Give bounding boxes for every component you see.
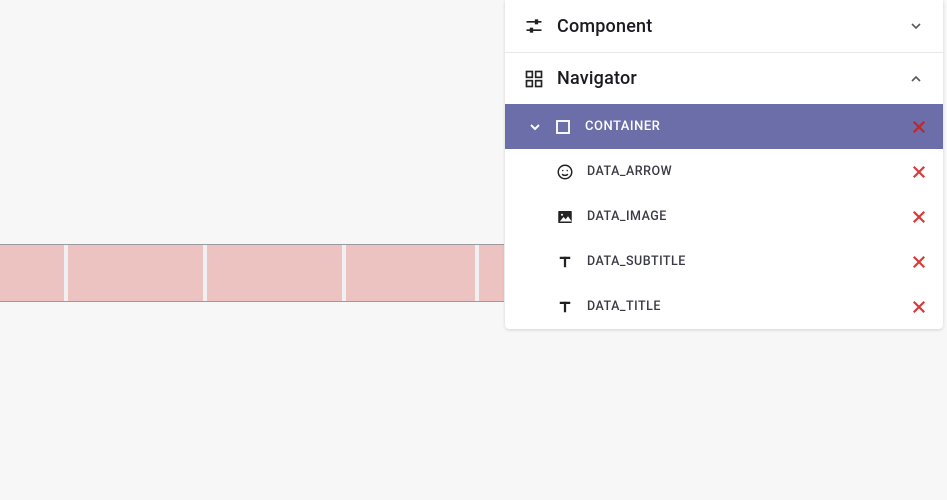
text-icon — [555, 297, 575, 317]
chevron-down-icon — [907, 17, 925, 35]
delete-icon[interactable] — [909, 252, 929, 272]
section-component[interactable]: Component — [505, 0, 943, 52]
chevron-down-icon[interactable] — [525, 117, 545, 137]
tree-node-data-subtitle[interactable]: DATA_SUBTITLE — [505, 239, 943, 284]
image-icon — [555, 207, 575, 227]
canvas-cell[interactable] — [479, 245, 504, 301]
delete-icon[interactable] — [909, 117, 929, 137]
text-icon — [555, 252, 575, 272]
canvas-cell[interactable] — [68, 245, 207, 301]
section-component-label: Component — [557, 16, 652, 37]
navigator-tree: CONTAINER DATA_ARROW — [505, 104, 943, 329]
canvas-cell[interactable] — [0, 245, 68, 301]
grid-icon — [523, 68, 545, 90]
delete-icon[interactable] — [909, 162, 929, 182]
delete-icon[interactable] — [909, 297, 929, 317]
tree-node-data-image[interactable]: DATA_IMAGE — [505, 194, 943, 239]
delete-icon[interactable] — [909, 207, 929, 227]
section-navigator-label: Navigator — [557, 68, 637, 89]
smile-icon — [555, 162, 575, 182]
section-navigator[interactable]: Navigator — [505, 52, 943, 104]
tree-node-label: CONTAINER — [585, 119, 660, 134]
tree-node-label: DATA_TITLE — [587, 299, 661, 314]
canvas-area — [0, 0, 504, 500]
tree-node-container[interactable]: CONTAINER — [505, 104, 943, 149]
sliders-icon — [523, 15, 545, 37]
chevron-up-icon — [907, 70, 925, 88]
square-icon — [553, 117, 573, 137]
tree-node-data-title[interactable]: DATA_TITLE — [505, 284, 943, 329]
tree-node-data-arrow[interactable]: DATA_ARROW — [505, 149, 943, 194]
canvas-cell[interactable] — [207, 245, 346, 301]
tree-node-label: DATA_SUBTITLE — [587, 254, 686, 269]
canvas-cell[interactable] — [346, 245, 479, 301]
tree-node-label: DATA_IMAGE — [587, 209, 667, 224]
tree-node-label: DATA_ARROW — [587, 164, 672, 179]
canvas-row[interactable] — [0, 244, 504, 302]
inspector-panel: Component Navigator — [505, 0, 943, 329]
